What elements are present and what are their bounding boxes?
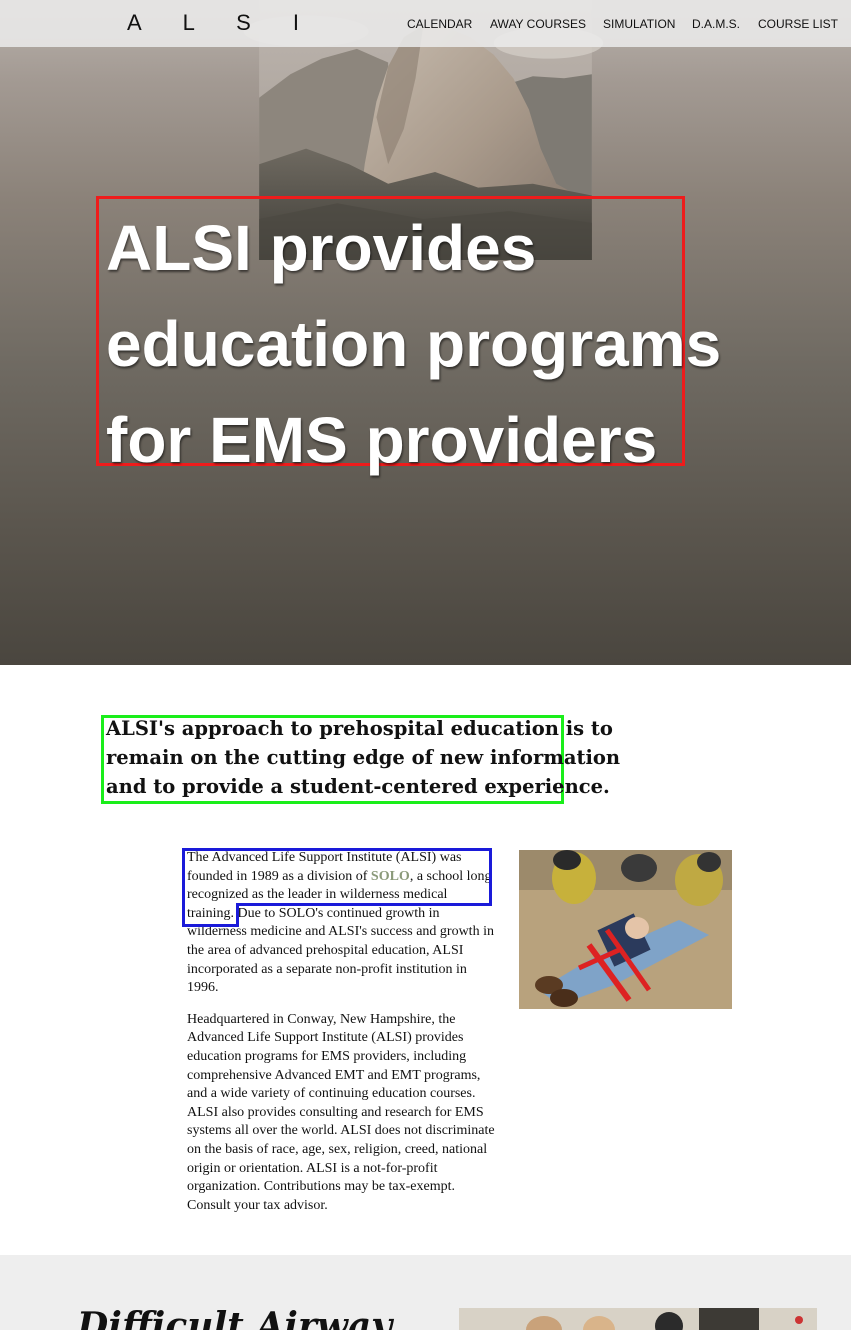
text-line: 1996. <box>187 980 219 996</box>
mission-statement: ALSI's approach to prehospital education… <box>106 714 621 801</box>
text-line: Advanced Life Support Institute (ALSI) p… <box>187 1030 464 1046</box>
text-line: the area of advanced prehospital educati… <box>187 942 464 958</box>
about-paragraph-headquarters: Headquartered in Conway, New Hampshire, … <box>187 1011 503 1216</box>
text-line: and a wide variety of continuing educati… <box>187 1086 476 1102</box>
nav-menu: CALENDAR AWAY COURSES SIMULATION D.A.M.S… <box>0 17 851 33</box>
about-paragraph-history: The Advanced Life Support Institute (ALS… <box>187 849 503 998</box>
nav-item-course-list[interactable]: COURSE LIST <box>758 17 838 31</box>
text-line: on the basis of race, age, sex, religion… <box>187 1141 488 1157</box>
text-fragment: Due to SOLO's continued growth in <box>234 905 440 921</box>
text-line: incorporated as a separate non-profit in… <box>187 961 467 977</box>
difficult-airway-section: Difficult Airway <box>0 1255 851 1330</box>
top-navbar: A L S I CALENDAR AWAY COURSES SIMULATION… <box>0 0 851 47</box>
text-line: training. Due to SOLO's continued growth… <box>187 905 503 924</box>
nav-item-dams[interactable]: D.A.M.S. <box>692 17 740 31</box>
text-line: Consult your tax advisor. <box>187 1197 328 1213</box>
text-line: founded in 1989 as a division of SOLO, a… <box>187 868 503 887</box>
section-heading: Difficult Airway <box>77 1305 393 1330</box>
text-line: ALSI also provides consulting and resear… <box>187 1104 484 1120</box>
solo-link[interactable]: SOLO <box>371 869 410 884</box>
text-line: organization. Contributions may be tax-e… <box>187 1179 456 1195</box>
nav-item-calendar[interactable]: CALENDAR <box>407 17 472 31</box>
rescue-training-photo <box>519 850 732 1009</box>
text-line: wilderness medicine and ALSI's success a… <box>187 924 494 940</box>
text-line: comprehensive Advanced EMT and EMT progr… <box>187 1067 481 1083</box>
mission-line: ALSI's approach to prehospital education… <box>106 717 613 740</box>
nav-item-simulation[interactable]: SIMULATION <box>603 17 675 31</box>
text-line: origin or orientation. ALSI is a not-for… <box>187 1160 438 1176</box>
mission-line: remain on the cutting edge of new inform… <box>106 746 621 769</box>
text-fragment: , a school long <box>409 868 492 884</box>
text-line: The Advanced Life Support Institute (ALS… <box>187 850 462 865</box>
hero-headline-line: for EMS providers <box>106 404 658 476</box>
airway-course-photo <box>459 1308 817 1330</box>
text-line: systems all over the world. ALSI does no… <box>187 1123 495 1139</box>
nav-item-away-courses[interactable]: AWAY COURSES <box>490 17 586 31</box>
text-line: education programs for EMS providers, in… <box>187 1048 467 1064</box>
text-fragment: founded in 1989 as a division of <box>187 868 371 884</box>
text-fragment: training. <box>187 905 235 921</box>
mission-line: and to provide a student-centered experi… <box>106 775 610 798</box>
sentence-highlight-box-joint <box>236 903 492 906</box>
hero-headline: ALSI provides education programs for EMS… <box>106 200 722 488</box>
text-line: recognized as the leader in wilderness m… <box>187 887 448 903</box>
text-line: Headquartered in Conway, New Hampshire, … <box>187 1011 456 1027</box>
hero-headline-line: ALSI provides <box>106 212 537 284</box>
hero-headline-line: education programs <box>106 308 722 380</box>
